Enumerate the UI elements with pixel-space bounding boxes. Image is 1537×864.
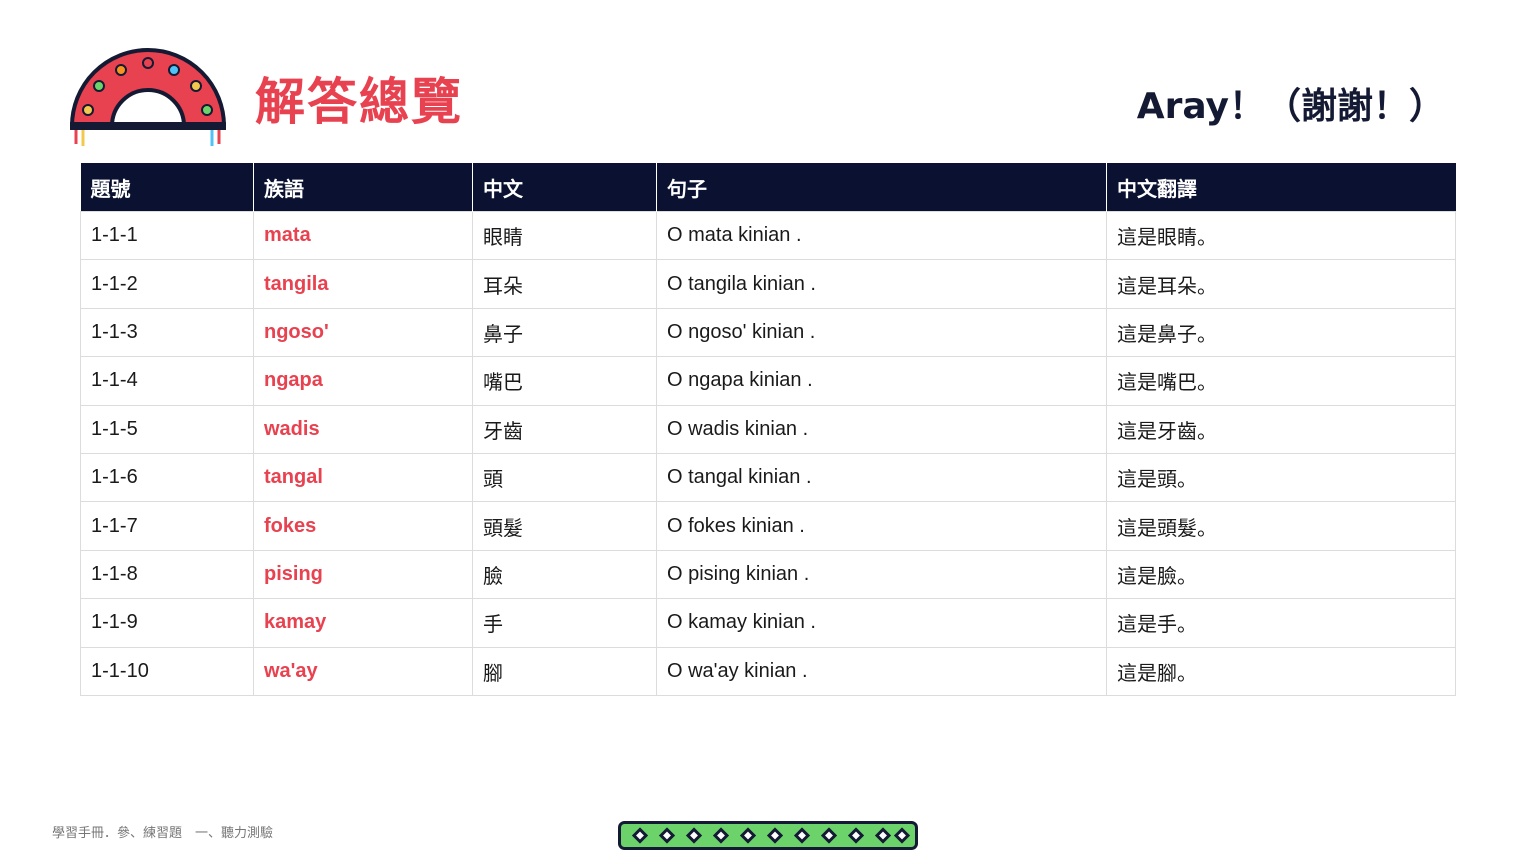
cell-word: ngoso' bbox=[253, 307, 473, 358]
cell-chinese: 牙齒 bbox=[472, 404, 657, 454]
cell-translation: 這是耳朵。 bbox=[1106, 259, 1456, 309]
footer-breadcrumb: 學習手冊．參、練習題 一、聽力測驗 bbox=[52, 826, 274, 841]
cell-id: 1-1-5 bbox=[80, 404, 254, 454]
cell-chinese: 頭髮 bbox=[472, 501, 657, 551]
column-header-id: 題號 bbox=[80, 163, 254, 212]
column-header-translation: 中文翻譯 bbox=[1106, 163, 1456, 212]
cell-translation: 這是手。 bbox=[1106, 598, 1456, 648]
cell-chinese: 鼻子 bbox=[472, 307, 657, 358]
cell-translation: 這是鼻子。 bbox=[1106, 307, 1456, 358]
cell-translation: 這是牙齒。 bbox=[1106, 404, 1456, 454]
cell-word: pising bbox=[253, 549, 473, 600]
cell-word: kamay bbox=[253, 598, 473, 648]
cell-sentence: O wadis kinian . bbox=[656, 404, 1107, 454]
cell-chinese: 腳 bbox=[472, 646, 657, 696]
cell-sentence: O tangal kinian . bbox=[656, 452, 1107, 503]
rainbow-logo-icon bbox=[70, 48, 226, 146]
column-header-word: 族語 bbox=[253, 163, 473, 212]
table-row: 1-1-6 tangal 頭 O tangal kinian . 這是頭。 bbox=[80, 452, 1456, 503]
cell-sentence: O mata kinian . bbox=[656, 210, 1107, 261]
table-row: 1-1-5 wadis 牙齒 O wadis kinian . 這是牙齒。 bbox=[80, 404, 1456, 454]
cell-word: wadis bbox=[253, 404, 473, 454]
table-row: 1-1-4 ngapa 嘴巴 O ngapa kinian . 這是嘴巴。 bbox=[80, 356, 1456, 406]
cell-sentence: O wa'ay kinian . bbox=[656, 646, 1107, 696]
cell-id: 1-1-2 bbox=[80, 259, 254, 309]
cell-sentence: O pising kinian . bbox=[656, 549, 1107, 600]
cell-word: fokes bbox=[253, 501, 473, 551]
cell-id: 1-1-9 bbox=[80, 598, 254, 648]
cell-word: ngapa bbox=[253, 356, 473, 406]
cell-chinese: 手 bbox=[472, 598, 657, 648]
cell-chinese: 眼睛 bbox=[472, 210, 657, 261]
answers-table: 題號 族語 中文 句子 中文翻譯 1-1-1 mata 眼睛 O mata ki… bbox=[80, 163, 1456, 696]
page-title: 解答總覽 bbox=[255, 73, 463, 131]
cell-translation: 這是頭髮。 bbox=[1106, 501, 1456, 551]
cell-word: tangila bbox=[253, 259, 473, 309]
table-row: 1-1-10 wa'ay 腳 O wa'ay kinian . 這是腳。 bbox=[80, 646, 1456, 696]
greeting-text: Aray！（謝謝！） bbox=[1136, 86, 1445, 127]
cell-id: 1-1-4 bbox=[80, 356, 254, 406]
cell-translation: 這是眼睛。 bbox=[1106, 210, 1456, 261]
table-row: 1-1-7 fokes 頭髮 O fokes kinian . 這是頭髮。 bbox=[80, 501, 1456, 551]
cell-word: wa'ay bbox=[253, 646, 473, 696]
cell-sentence: O fokes kinian . bbox=[656, 501, 1107, 551]
cell-translation: 這是腳。 bbox=[1106, 646, 1456, 696]
cell-translation: 這是臉。 bbox=[1106, 549, 1456, 600]
cell-translation: 這是頭。 bbox=[1106, 452, 1456, 503]
cell-id: 1-1-6 bbox=[80, 452, 254, 503]
cell-chinese: 嘴巴 bbox=[472, 356, 657, 406]
cell-sentence: O tangila kinian . bbox=[656, 259, 1107, 309]
cell-word: tangal bbox=[253, 452, 473, 503]
cell-sentence: O kamay kinian . bbox=[656, 598, 1107, 648]
cell-id: 1-1-1 bbox=[80, 210, 254, 261]
cell-chinese: 耳朵 bbox=[472, 259, 657, 309]
cell-id: 1-1-7 bbox=[80, 501, 254, 551]
cell-id: 1-1-8 bbox=[80, 549, 254, 600]
table-row: 1-1-9 kamay 手 O kamay kinian . 這是手。 bbox=[80, 598, 1456, 648]
cell-id: 1-1-3 bbox=[80, 307, 254, 358]
diamond-pattern-icon bbox=[618, 821, 918, 850]
table-row: 1-1-2 tangila 耳朵 O tangila kinian . 這是耳朵… bbox=[80, 259, 1456, 309]
cell-chinese: 頭 bbox=[472, 452, 657, 503]
cell-word: mata bbox=[253, 210, 473, 261]
cell-id: 1-1-10 bbox=[80, 646, 254, 696]
column-header-chinese: 中文 bbox=[472, 163, 657, 212]
table-header-row: 題號 族語 中文 句子 中文翻譯 bbox=[80, 163, 1456, 212]
table-row: 1-1-1 mata 眼睛 O mata kinian . 這是眼睛。 bbox=[80, 210, 1456, 261]
cell-translation: 這是嘴巴。 bbox=[1106, 356, 1456, 406]
cell-sentence: O ngapa kinian . bbox=[656, 356, 1107, 406]
cell-sentence: O ngoso' kinian . bbox=[656, 307, 1107, 358]
column-header-sentence: 句子 bbox=[656, 163, 1107, 212]
cell-chinese: 臉 bbox=[472, 549, 657, 600]
table-row: 1-1-8 pising 臉 O pising kinian . 這是臉。 bbox=[80, 549, 1456, 600]
table-row: 1-1-3 ngoso' 鼻子 O ngoso' kinian . 這是鼻子。 bbox=[80, 307, 1456, 358]
